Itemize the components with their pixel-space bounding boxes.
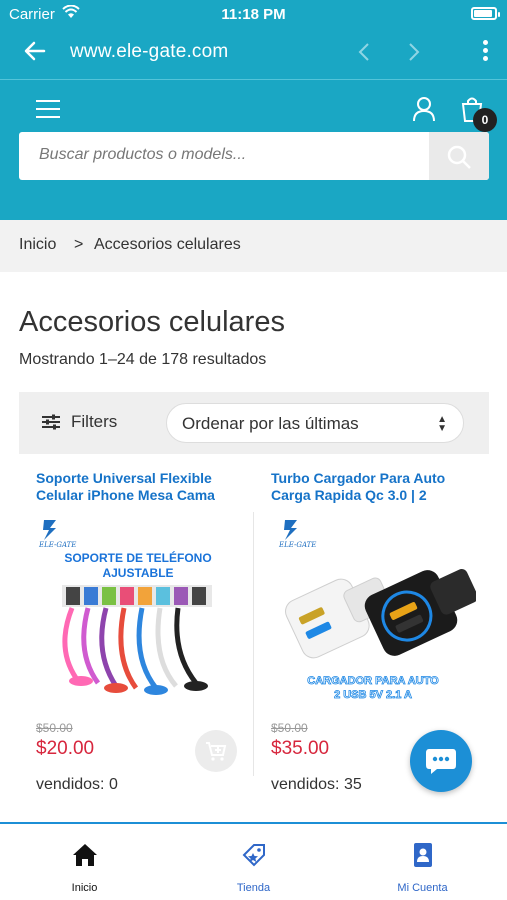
user-icon[interactable] <box>412 96 436 122</box>
product-price: $35.00 <box>271 738 330 759</box>
breadcrumb-current: Accesorios celulares <box>94 236 241 253</box>
svg-text:ELE-GATE: ELE-GATE <box>38 541 76 549</box>
chat-bubble-icon <box>426 749 456 774</box>
tag-star-icon <box>242 844 265 867</box>
sliders-icon <box>42 414 60 430</box>
browser-bar: www.ele-gate.com <box>0 28 507 80</box>
breadcrumb-home-link[interactable]: Inicio <box>19 236 56 254</box>
select-arrows-icon: ▲ ▼ <box>437 414 447 434</box>
sort-select[interactable]: Ordenar por las últimas ▲ ▼ <box>166 403 464 443</box>
url-text[interactable]: www.ele-gate.com <box>70 41 228 63</box>
product-price: $20.00 <box>36 738 95 759</box>
old-price: $50.00 <box>36 721 73 735</box>
search-input[interactable]: Buscar productos o models... <box>39 146 246 164</box>
product-image[interactable]: ELE-GATE CARGADOR PARA AUTO 2 USB 5V 2.1… <box>271 518 476 710</box>
back-arrow-icon[interactable] <box>22 38 48 64</box>
old-price: $50.00 <box>271 721 308 735</box>
clock: 11:18 PM <box>221 6 286 23</box>
search-bar[interactable]: Buscar productos o models... <box>19 132 489 180</box>
hamburger-menu-icon[interactable] <box>36 100 60 120</box>
tab-home-label: Inicio <box>71 882 98 894</box>
battery-icon <box>471 7 500 20</box>
svg-text:2 USB 5V 2.1 A: 2 USB 5V 2.1 A <box>334 689 412 701</box>
home-icon <box>73 844 97 866</box>
product-image[interactable]: ELE-GATE SOPORTE DE TELÉFONO AJUSTABLE <box>36 518 241 710</box>
filters-label: Filters <box>71 412 118 431</box>
breadcrumb-separator: > <box>74 236 84 253</box>
product-title[interactable]: Soporte Universal Flexible Celular iPhon… <box>36 470 241 504</box>
svg-text:SOPORTE DE TELÉFONO: SOPORTE DE TELÉFONO <box>64 550 211 565</box>
tab-account-label: Mi Cuenta <box>397 882 448 894</box>
search-button[interactable] <box>429 132 489 180</box>
breadcrumb: Inicio > Accesorios celulares <box>0 220 507 272</box>
sort-value: Ordenar por las últimas <box>182 414 359 433</box>
tab-account[interactable]: Mi Cuenta <box>338 824 507 900</box>
result-count: Mostrando 1–24 de 178 resultados <box>19 351 267 368</box>
product-card[interactable]: Soporte Universal Flexible Celular iPhon… <box>36 470 246 800</box>
search-icon <box>447 145 471 169</box>
svg-text:AJUSTABLE: AJUSTABLE <box>102 566 173 580</box>
shop-toolbar: Filters Ordenar por las últimas ▲ ▼ <box>19 392 489 454</box>
more-menu-icon[interactable] <box>479 40 491 64</box>
cart-count-badge: 0 <box>473 108 497 132</box>
product-title[interactable]: Turbo Cargador Para Auto Carga Rapida Qc… <box>271 470 476 504</box>
add-to-cart-button[interactable] <box>195 730 237 772</box>
tab-shop-label: Tienda <box>236 882 271 894</box>
chevron-left-icon[interactable] <box>354 40 374 64</box>
chat-button[interactable] <box>410 730 472 792</box>
cart-plus-icon <box>206 742 227 761</box>
sold-count: vendidos: 0 <box>36 776 118 793</box>
page-title: Accesorios celulares <box>19 306 285 338</box>
status-bar: Carrier 11:18 PM <box>0 0 507 28</box>
card-divider <box>253 512 254 776</box>
chevron-right-icon[interactable] <box>404 40 424 64</box>
svg-text:CARGADOR PARA AUTO: CARGADOR PARA AUTO <box>307 675 439 687</box>
site-header: 0 Buscar productos o models... <box>0 80 507 220</box>
bottom-tab-bar: Inicio Tienda Mi Cuenta <box>0 822 507 900</box>
tab-shop[interactable]: Tienda <box>169 824 338 900</box>
sold-count: vendidos: 35 <box>271 776 362 793</box>
tab-home[interactable]: Inicio <box>0 824 169 900</box>
filters-button[interactable]: Filters <box>41 412 117 432</box>
svg-text:ELE-GATE: ELE-GATE <box>278 541 316 549</box>
account-book-icon <box>414 843 432 867</box>
